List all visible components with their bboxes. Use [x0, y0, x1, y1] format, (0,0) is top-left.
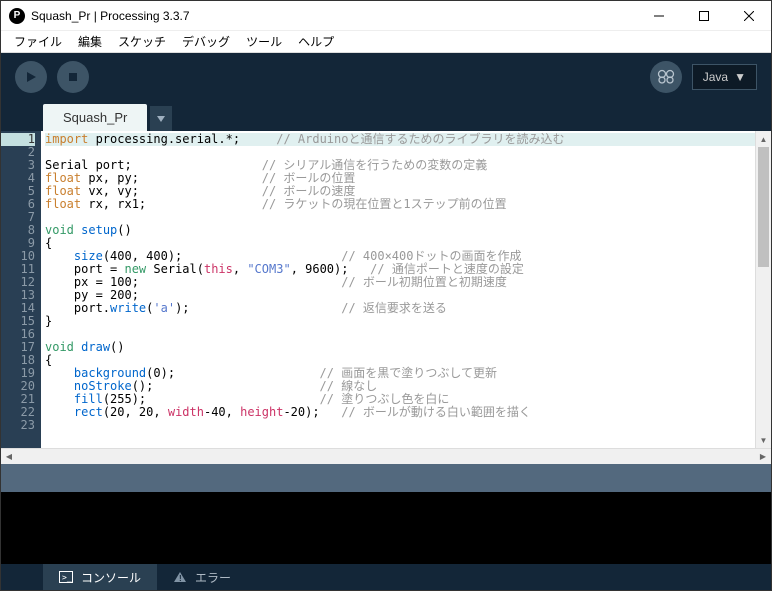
stop-icon	[67, 71, 79, 83]
tab-errors[interactable]: ! エラー	[157, 564, 247, 590]
menu-help[interactable]: ヘルプ	[291, 31, 341, 52]
scroll-up-arrow[interactable]: ▲	[756, 131, 771, 147]
play-icon	[25, 71, 37, 83]
run-button[interactable]	[15, 61, 47, 93]
tab-console-label: コンソール	[81, 569, 141, 586]
minimize-button[interactable]	[636, 1, 681, 31]
code-line[interactable]	[45, 211, 767, 224]
horizontal-scrollbar[interactable]: ◀ ▶	[1, 448, 771, 464]
console-icon: >_	[59, 571, 73, 583]
scroll-down-arrow[interactable]: ▼	[756, 432, 771, 448]
code-area[interactable]: import processing.serial.*; // Arduinoと通…	[41, 131, 771, 448]
app-window: P Squash_Pr | Processing 3.3.7 ファイル 編集 ス…	[0, 0, 772, 591]
code-line[interactable]: }	[45, 315, 767, 328]
menu-edit[interactable]: 編集	[71, 31, 109, 52]
vertical-scrollbar[interactable]: ▲ ▼	[755, 131, 771, 448]
stop-button[interactable]	[57, 61, 89, 93]
close-button[interactable]	[726, 1, 771, 31]
scroll-right-arrow[interactable]: ▶	[755, 452, 771, 461]
code-line[interactable]	[45, 419, 767, 432]
scroll-left-arrow[interactable]: ◀	[1, 452, 17, 461]
debug-button[interactable]	[650, 61, 682, 93]
bottom-tab-bar: >_ コンソール ! エラー	[1, 564, 771, 590]
console-output[interactable]	[1, 492, 771, 564]
menu-debug[interactable]: デバッグ	[175, 31, 237, 52]
code-line[interactable]: px = 100; // ボール初期位置と初期速度	[45, 276, 767, 289]
code-line[interactable]: void setup()	[45, 224, 767, 237]
tab-bar: Squash_Pr	[1, 101, 771, 131]
code-line[interactable]: import processing.serial.*; // Arduinoと通…	[45, 133, 767, 146]
scroll-thumb[interactable]	[758, 147, 769, 267]
code-line[interactable]	[45, 328, 767, 341]
menu-file[interactable]: ファイル	[7, 31, 69, 52]
tab-menu-button[interactable]	[150, 106, 172, 131]
titlebar: P Squash_Pr | Processing 3.3.7	[1, 1, 771, 31]
code-line[interactable]: float rx, rx1; // ラケットの現在位置と1ステップ前の位置	[45, 198, 767, 211]
code-line[interactable]: port.write('a'); // 返信要求を送る	[45, 302, 767, 315]
chevron-down-icon: ▼	[734, 70, 746, 84]
maximize-button[interactable]	[681, 1, 726, 31]
warning-icon: !	[173, 571, 187, 583]
butterfly-icon	[657, 68, 675, 86]
code-line[interactable]: rect(20, 20, width-40, height-20); // ボー…	[45, 406, 767, 419]
tab-sketch[interactable]: Squash_Pr	[43, 104, 147, 131]
mode-label: Java	[703, 70, 728, 84]
mode-selector[interactable]: Java ▼	[692, 64, 757, 90]
app-icon: P	[9, 8, 25, 24]
tab-console[interactable]: >_ コンソール	[43, 564, 157, 590]
tab-errors-label: エラー	[195, 569, 231, 586]
toolbar: Java ▼	[1, 53, 771, 101]
status-strip	[1, 464, 771, 492]
menu-tools[interactable]: ツール	[239, 31, 289, 52]
chevron-down-icon	[157, 116, 165, 122]
editor[interactable]: 1234567891011121314151617181920212223 im…	[1, 131, 771, 448]
svg-text:!: !	[179, 574, 182, 583]
code-line[interactable]: void draw()	[45, 341, 767, 354]
svg-text:>_: >_	[62, 573, 72, 582]
line-gutter: 1234567891011121314151617181920212223	[1, 131, 41, 448]
menu-sketch[interactable]: スケッチ	[111, 31, 173, 52]
line-number: 23	[1, 419, 35, 432]
window-title: Squash_Pr | Processing 3.3.7	[31, 9, 636, 23]
menubar: ファイル 編集 スケッチ デバッグ ツール ヘルプ	[1, 31, 771, 53]
